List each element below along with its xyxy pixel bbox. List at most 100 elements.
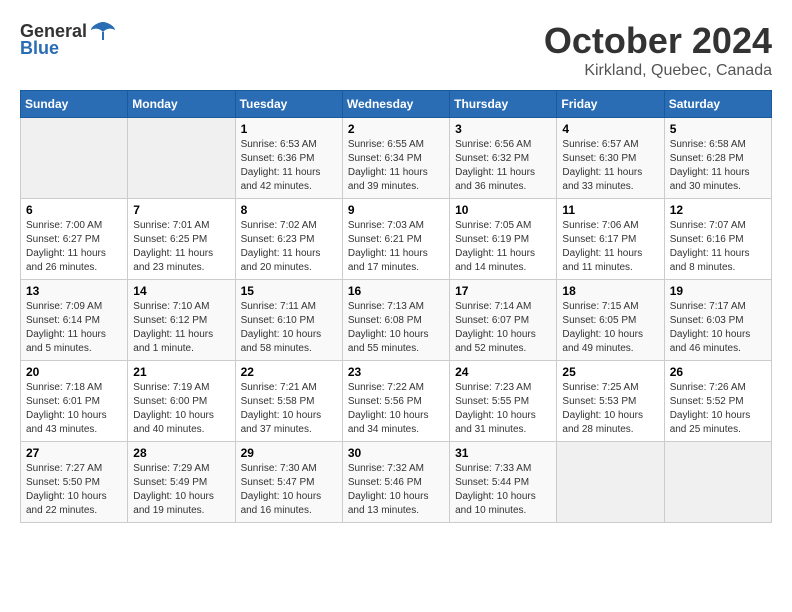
day-cell: 24 Sunrise: 7:23 AM Sunset: 5:55 PM Dayli… — [450, 361, 557, 442]
day-number: 11 — [562, 203, 658, 217]
week-row-1: 1 Sunrise: 6:53 AM Sunset: 6:36 PM Daylig… — [21, 118, 772, 199]
day-cell: 3 Sunrise: 6:56 AM Sunset: 6:32 PM Daylig… — [450, 118, 557, 199]
day-cell: 5 Sunrise: 6:58 AM Sunset: 6:28 PM Daylig… — [664, 118, 771, 199]
day-number: 21 — [133, 365, 229, 379]
day-info: Sunrise: 7:27 AM Sunset: 5:50 PM Dayligh… — [26, 462, 122, 518]
day-cell: 17 Sunrise: 7:14 AM Sunset: 6:07 PM Dayli… — [450, 280, 557, 361]
day-cell: 9 Sunrise: 7:03 AM Sunset: 6:21 PM Daylig… — [342, 199, 449, 280]
day-number: 18 — [562, 284, 658, 298]
day-cell: 7Sunrise: 7:01 AM Sunset: 6:25 PM Daylig… — [128, 199, 235, 280]
day-cell: 8 Sunrise: 7:02 AM Sunset: 6:23 PM Daylig… — [235, 199, 342, 280]
weekday-header-wednesday: Wednesday — [342, 91, 449, 118]
month-title: October 2024 — [544, 20, 772, 62]
day-info: Sunrise: 7:00 AM Sunset: 6:27 PM Dayligh… — [26, 219, 122, 275]
day-cell: 4 Sunrise: 6:57 AM Sunset: 6:30 PM Daylig… — [557, 118, 664, 199]
day-info: Sunrise: 7:15 AM Sunset: 6:05 PM Dayligh… — [562, 300, 658, 356]
day-info: Sunrise: 7:22 AM Sunset: 5:56 PM Dayligh… — [348, 381, 444, 437]
day-info: Sunrise: 6:53 AM Sunset: 6:36 PM Dayligh… — [241, 138, 337, 194]
day-info: Sunrise: 7:06 AM Sunset: 6:17 PM Dayligh… — [562, 219, 658, 275]
day-number: 19 — [670, 284, 766, 298]
day-number: 24 — [455, 365, 551, 379]
day-cell: 14 Sunrise: 7:10 AM Sunset: 6:12 PM Dayli… — [128, 280, 235, 361]
day-number: 26 — [670, 365, 766, 379]
day-cell: 13 Sunrise: 7:09 AM Sunset: 6:14 PM Dayli… — [21, 280, 128, 361]
day-info: Sunrise: 6:57 AM Sunset: 6:30 PM Dayligh… — [562, 138, 658, 194]
week-row-2: 6 Sunrise: 7:00 AM Sunset: 6:27 PM Daylig… — [21, 199, 772, 280]
day-number: 12 — [670, 203, 766, 217]
day-cell: 19 Sunrise: 7:17 AM Sunset: 6:03 PM Dayli… — [664, 280, 771, 361]
day-cell: 12 Sunrise: 7:07 AM Sunset: 6:16 PM Dayli… — [664, 199, 771, 280]
day-number: 8 — [241, 203, 337, 217]
day-info: Sunrise: 7:30 AM Sunset: 5:47 PM Dayligh… — [241, 462, 337, 518]
day-info: Sunrise: 7:13 AM Sunset: 6:08 PM Dayligh… — [348, 300, 444, 356]
day-cell: 2Sunrise: 6:55 AM Sunset: 6:34 PM Daylig… — [342, 118, 449, 199]
day-number: 23 — [348, 365, 444, 379]
day-cell: 31Sunrise: 7:33 AM Sunset: 5:44 PM Dayli… — [450, 442, 557, 523]
day-number: 3 — [455, 122, 551, 136]
day-info: Sunrise: 7:07 AM Sunset: 6:16 PM Dayligh… — [670, 219, 766, 275]
location-title: Kirkland, Quebec, Canada — [544, 62, 772, 80]
day-info: Sunrise: 7:14 AM Sunset: 6:07 PM Dayligh… — [455, 300, 551, 356]
day-cell — [557, 442, 664, 523]
day-number: 31 — [455, 446, 551, 460]
day-cell: 16 Sunrise: 7:13 AM Sunset: 6:08 PM Dayli… — [342, 280, 449, 361]
day-info: Sunrise: 7:03 AM Sunset: 6:21 PM Dayligh… — [348, 219, 444, 275]
weekday-header-monday: Monday — [128, 91, 235, 118]
weekday-header-sunday: Sunday — [21, 91, 128, 118]
logo: General Blue — [20, 20, 117, 59]
day-number: 6 — [26, 203, 122, 217]
day-cell: 26 Sunrise: 7:26 AM Sunset: 5:52 PM Dayli… — [664, 361, 771, 442]
day-info: Sunrise: 7:02 AM Sunset: 6:23 PM Dayligh… — [241, 219, 337, 275]
day-number: 10 — [455, 203, 551, 217]
day-cell: 1 Sunrise: 6:53 AM Sunset: 6:36 PM Daylig… — [235, 118, 342, 199]
day-cell: 30Sunrise: 7:32 AM Sunset: 5:46 PM Dayli… — [342, 442, 449, 523]
day-number: 25 — [562, 365, 658, 379]
day-cell: 10 Sunrise: 7:05 AM Sunset: 6:19 PM Dayli… — [450, 199, 557, 280]
weekday-header-friday: Friday — [557, 91, 664, 118]
day-cell: 22Sunrise: 7:21 AM Sunset: 5:58 PM Dayli… — [235, 361, 342, 442]
day-info: Sunrise: 7:19 AM Sunset: 6:00 PM Dayligh… — [133, 381, 229, 437]
day-cell: 15Sunrise: 7:11 AM Sunset: 6:10 PM Dayli… — [235, 280, 342, 361]
day-number: 7 — [133, 203, 229, 217]
day-cell: 18 Sunrise: 7:15 AM Sunset: 6:05 PM Dayli… — [557, 280, 664, 361]
day-info: Sunrise: 7:10 AM Sunset: 6:12 PM Dayligh… — [133, 300, 229, 356]
day-number: 20 — [26, 365, 122, 379]
day-info: Sunrise: 7:26 AM Sunset: 5:52 PM Dayligh… — [670, 381, 766, 437]
day-number: 29 — [241, 446, 337, 460]
weekday-header-thursday: Thursday — [450, 91, 557, 118]
day-info: Sunrise: 6:58 AM Sunset: 6:28 PM Dayligh… — [670, 138, 766, 194]
day-cell: 6 Sunrise: 7:00 AM Sunset: 6:27 PM Daylig… — [21, 199, 128, 280]
day-number: 4 — [562, 122, 658, 136]
day-info: Sunrise: 6:55 AM Sunset: 6:34 PM Dayligh… — [348, 138, 444, 194]
week-row-5: 27 Sunrise: 7:27 AM Sunset: 5:50 PM Dayli… — [21, 442, 772, 523]
day-info: Sunrise: 7:09 AM Sunset: 6:14 PM Dayligh… — [26, 300, 122, 356]
day-info: Sunrise: 7:05 AM Sunset: 6:19 PM Dayligh… — [455, 219, 551, 275]
week-row-4: 20 Sunrise: 7:18 AM Sunset: 6:01 PM Dayli… — [21, 361, 772, 442]
day-number: 16 — [348, 284, 444, 298]
weekday-header-row: SundayMondayTuesdayWednesdayThursdayFrid… — [21, 91, 772, 118]
day-info: Sunrise: 7:29 AM Sunset: 5:49 PM Dayligh… — [133, 462, 229, 518]
day-number: 9 — [348, 203, 444, 217]
day-number: 5 — [670, 122, 766, 136]
day-info: Sunrise: 7:18 AM Sunset: 6:01 PM Dayligh… — [26, 381, 122, 437]
week-row-3: 13 Sunrise: 7:09 AM Sunset: 6:14 PM Dayli… — [21, 280, 772, 361]
day-number: 14 — [133, 284, 229, 298]
day-number: 1 — [241, 122, 337, 136]
day-cell: 29 Sunrise: 7:30 AM Sunset: 5:47 PM Dayli… — [235, 442, 342, 523]
day-number: 28 — [133, 446, 229, 460]
day-number: 27 — [26, 446, 122, 460]
day-cell — [664, 442, 771, 523]
weekday-header-tuesday: Tuesday — [235, 91, 342, 118]
day-cell: 21 Sunrise: 7:19 AM Sunset: 6:00 PM Dayli… — [128, 361, 235, 442]
day-info: Sunrise: 7:17 AM Sunset: 6:03 PM Dayligh… — [670, 300, 766, 356]
day-number: 22 — [241, 365, 337, 379]
day-info: Sunrise: 7:32 AM Sunset: 5:46 PM Dayligh… — [348, 462, 444, 518]
day-info: Sunrise: 6:56 AM Sunset: 6:32 PM Dayligh… — [455, 138, 551, 194]
calendar: SundayMondayTuesdayWednesdayThursdayFrid… — [20, 90, 772, 523]
day-info: Sunrise: 7:11 AM Sunset: 6:10 PM Dayligh… — [241, 300, 337, 356]
day-info: Sunrise: 7:23 AM Sunset: 5:55 PM Dayligh… — [455, 381, 551, 437]
day-number: 13 — [26, 284, 122, 298]
day-number: 17 — [455, 284, 551, 298]
day-cell: 11 Sunrise: 7:06 AM Sunset: 6:17 PM Dayli… — [557, 199, 664, 280]
weekday-header-saturday: Saturday — [664, 91, 771, 118]
